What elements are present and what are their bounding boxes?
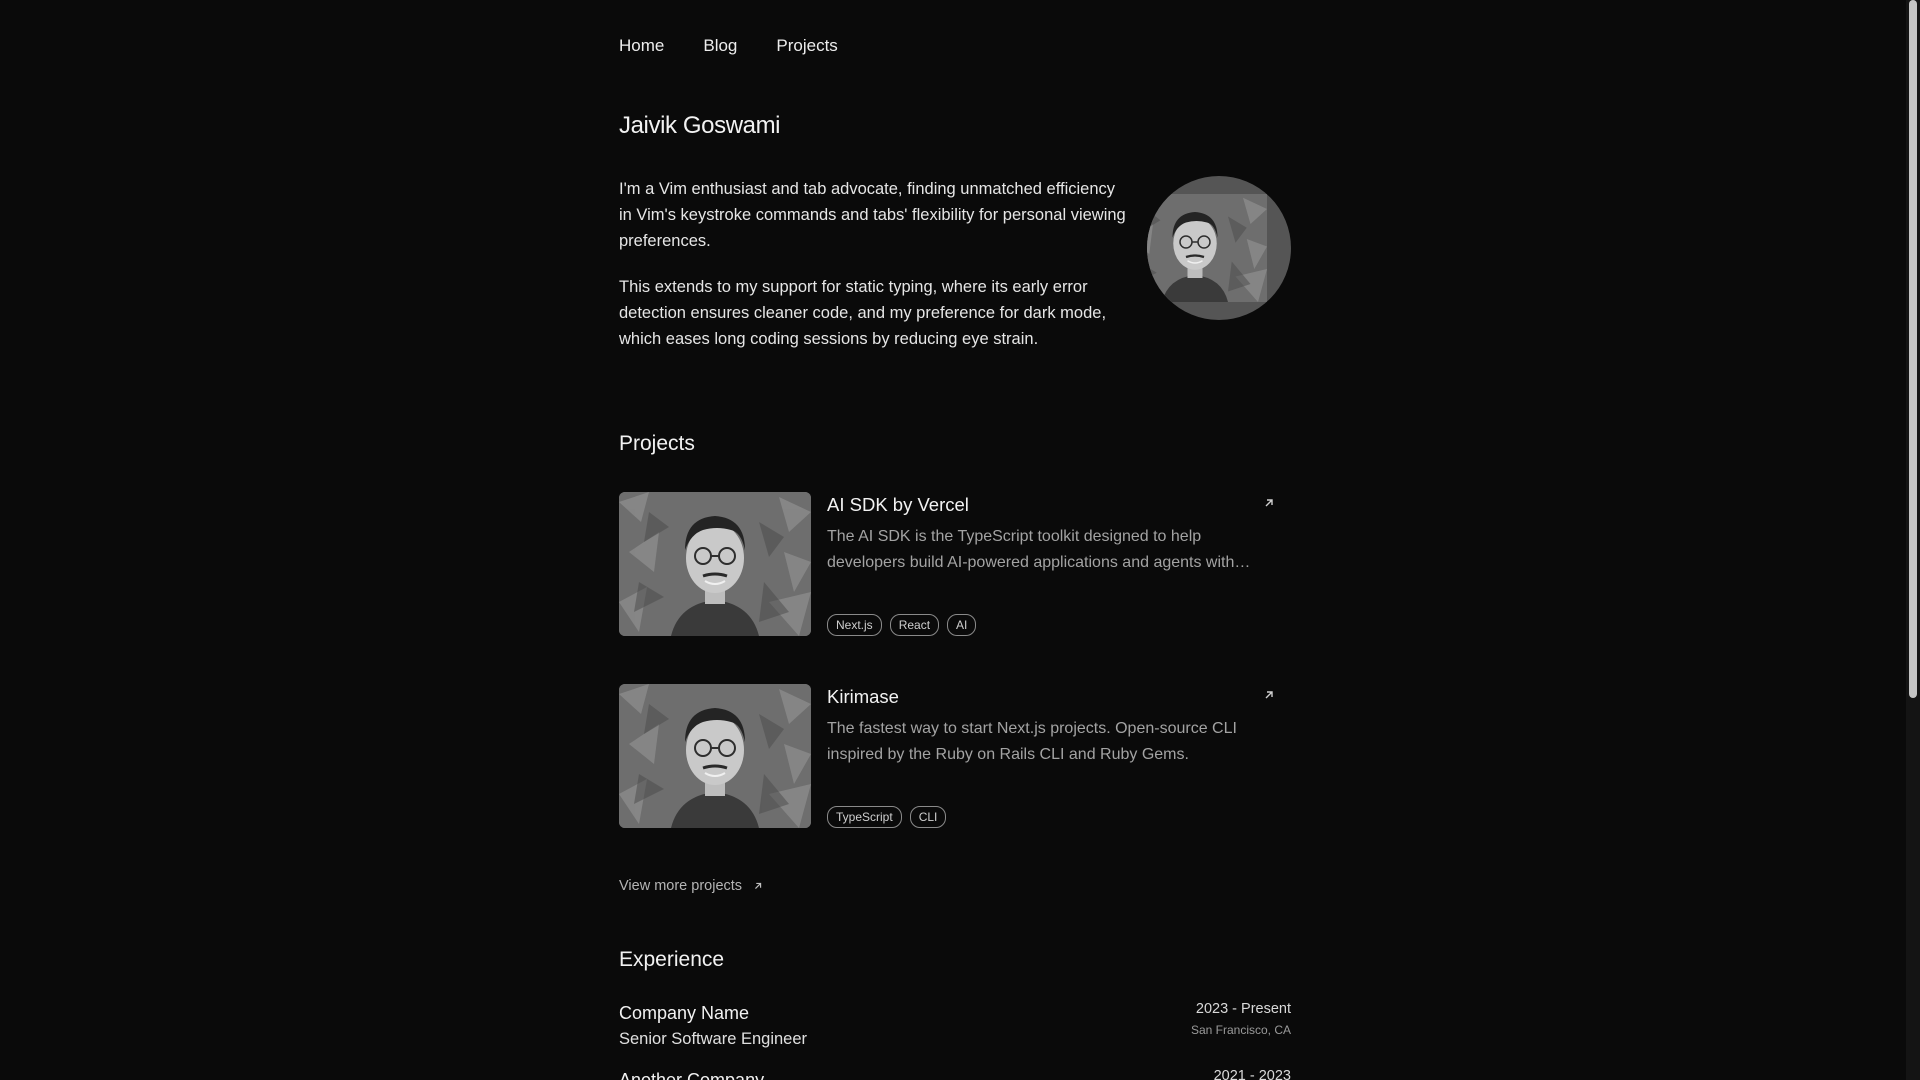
project-tags: Next.js React AI [827, 614, 977, 636]
scrollbar-thumb[interactable] [1909, 0, 1917, 698]
project-description: The fastest way to start Next.js project… [827, 720, 1237, 763]
arrow-up-right-icon [755, 882, 762, 889]
project-title: Kirimase [827, 686, 899, 707]
nav-home-link[interactable]: Home [619, 36, 664, 56]
nav-projects-link[interactable]: Projects [776, 36, 837, 56]
avatar [1147, 176, 1291, 320]
project-card[interactable]: AI SDK by Vercel The AI SDK is the TypeS… [619, 492, 1291, 636]
nav-blog-link[interactable]: Blog [703, 36, 737, 56]
project-card[interactable]: Kirimase The fastest way to start Next.j… [619, 684, 1291, 828]
arrow-up-right-icon[interactable] [1262, 688, 1276, 702]
projects-heading: Projects [619, 432, 695, 455]
project-tags: TypeScript CLI [827, 806, 947, 828]
tag-badge: TypeScript [827, 806, 902, 828]
bio-paragraph: This extends to my support for static ty… [619, 278, 1107, 348]
bio-paragraph: I'm a Vim enthusiast and tab advocate, f… [619, 180, 1126, 250]
project-thumbnail [619, 492, 811, 636]
view-more-label: View more projects [619, 878, 743, 894]
page: Home Blog Projects Jaivik Goswami I'm a … [0, 0, 1920, 1080]
company-name: Another Company [619, 1070, 765, 1080]
company-name: Company Name [619, 1003, 750, 1023]
tag-badge: AI [947, 614, 977, 636]
bio: I'm a Vim enthusiast and tab advocate, f… [619, 176, 1129, 372]
view-more-projects-link[interactable]: View more projects [619, 878, 764, 894]
project-thumbnail [619, 684, 811, 828]
job-dates: 2021 - 2023 [1213, 1068, 1291, 1080]
page-title: Jaivik Goswami [619, 112, 781, 139]
experience-heading: Experience [619, 948, 725, 971]
tag-badge: Next.js [827, 614, 882, 636]
job-role: Senior Software Engineer [619, 1030, 808, 1048]
job-location: San Francisco, CA [1190, 1023, 1291, 1037]
tag-badge: CLI [909, 806, 947, 828]
tag-badge: React [889, 614, 940, 636]
scrollbar[interactable] [1906, 0, 1920, 1080]
project-description: The AI SDK is the TypeScript toolkit des… [827, 528, 1235, 571]
top-nav: Home Blog Projects [619, 36, 838, 56]
arrow-up-right-icon[interactable] [1262, 496, 1276, 510]
project-title: AI SDK by Vercel [827, 494, 969, 515]
job-dates: 2023 - Present [1195, 1001, 1291, 1017]
